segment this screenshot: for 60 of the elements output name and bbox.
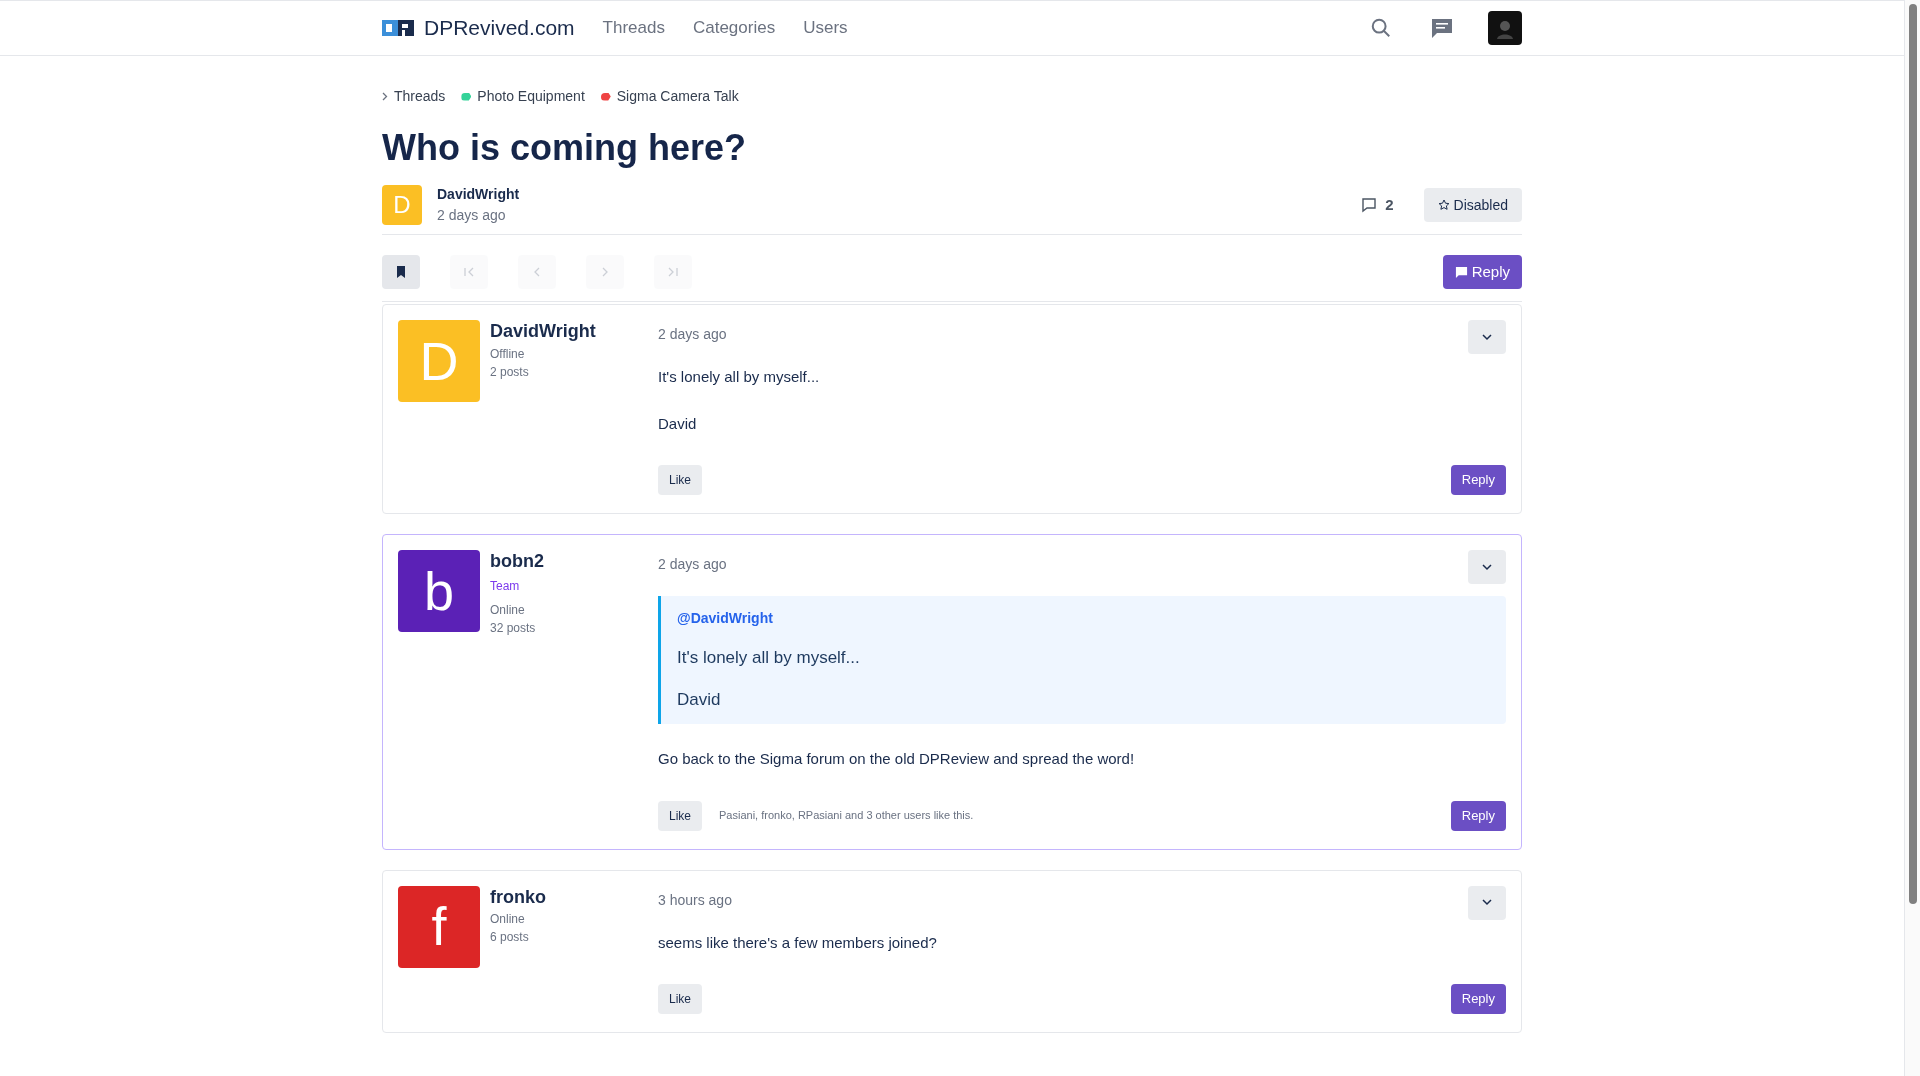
comment-icon — [1454, 265, 1468, 279]
bookmark-button[interactable] — [382, 255, 420, 289]
likes-summary: Pasiani, fronko, RPasiani and 3 other users like this. — [719, 808, 974, 824]
user-status: Offline — [490, 345, 526, 363]
reply-button[interactable]: Reply — [1442, 255, 1522, 289]
mention-link[interactable]: @DavidWright — [677, 608, 1490, 629]
reply-button[interactable]: Reply — [1450, 465, 1506, 495]
post-text: seems like there's a few members joined? — [658, 932, 938, 953]
nav-link[interactable]: Threads — [602, 15, 665, 41]
post-count: 2 posts — [490, 363, 530, 381]
post-count: 6 posts — [490, 929, 530, 946]
author-name[interactable]: DavidWright — [437, 184, 520, 205]
user-avatar: D — [398, 320, 480, 402]
star-icon — [1437, 199, 1450, 211]
reply-button[interactable]: Reply — [1450, 800, 1506, 831]
user-avatar: b — [398, 550, 480, 632]
nav-link[interactable]: Categories — [692, 15, 776, 41]
post-time: 2 days ago — [658, 555, 727, 574]
user-status: Online — [490, 911, 526, 928]
nav-link[interactable]: Users — [803, 15, 848, 41]
user-avatar[interactable] — [1488, 11, 1522, 45]
user-status: Online — [490, 601, 526, 619]
post-count: 32 posts — [490, 619, 537, 637]
user-avatar: f — [398, 885, 480, 968]
reply-count: 2 — [1385, 194, 1394, 215]
reply-button[interactable]: Reply — [1450, 984, 1506, 1014]
scrollbar-thumb[interactable] — [1908, 4, 1917, 904]
comment-icon — [1361, 197, 1378, 213]
chevron-down-icon — [1482, 333, 1492, 341]
like-button[interactable]: Like — [658, 800, 702, 831]
logo-icon[interactable] — [382, 18, 416, 38]
post-time: 2 days ago — [437, 206, 507, 225]
like-button[interactable]: Like — [658, 465, 702, 495]
chevron-icon — [382, 92, 388, 101]
author-avatar: D — [382, 185, 422, 225]
post-menu-button[interactable] — [1468, 320, 1506, 354]
site-name[interactable]: DPRevived.com — [424, 12, 575, 44]
post-text: David — [658, 413, 698, 434]
breadcrumb-link[interactable]: Sigma Camera Talk — [616, 86, 739, 107]
post-menu-button[interactable] — [1468, 550, 1506, 584]
chevron-down-icon — [1482, 563, 1492, 571]
post-text: Go back to the Sigma forum on the old DPReview and spread the word! — [658, 749, 1136, 769]
watch-button[interactable]: Disabled — [1423, 188, 1522, 222]
post-time: 3 hours ago — [658, 890, 732, 910]
post-text: It's lonely all by myself... — [658, 367, 821, 387]
post-menu-button[interactable] — [1468, 885, 1506, 920]
role-label: Team — [490, 577, 521, 595]
post-time: 2 days ago — [658, 325, 727, 344]
thread-title: Who is coming here? — [382, 126, 748, 170]
search-icon[interactable] — [1370, 17, 1392, 39]
user-name[interactable]: bobn2 — [490, 550, 658, 573]
chat-icon[interactable] — [1430, 17, 1454, 39]
breadcrumb-link[interactable]: Photo Equipment — [477, 86, 585, 107]
chevron-down-icon — [1482, 899, 1492, 906]
breadcrumb-link[interactable]: Threads — [394, 86, 446, 107]
quote-text: It's lonely all by myself... — [677, 647, 861, 669]
user-name[interactable]: DavidWright — [490, 320, 658, 343]
quote-text: David — [677, 688, 722, 711]
user-name[interactable]: fronko — [490, 885, 658, 908]
like-button[interactable]: Like — [658, 984, 702, 1014]
